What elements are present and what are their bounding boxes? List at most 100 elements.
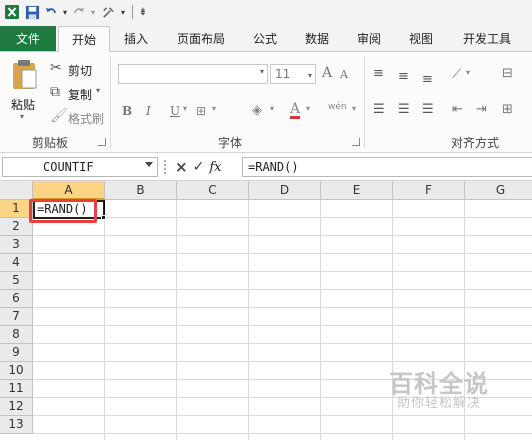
column-header-f[interactable]: F (393, 181, 465, 200)
tab-developer[interactable]: 开发工具 (450, 26, 524, 52)
tab-home[interactable]: 开始 (58, 26, 110, 52)
clipboard-launcher-icon[interactable] (98, 138, 106, 146)
undo-dropdown-icon[interactable]: ▾ (61, 2, 69, 22)
customize-icon[interactable] (99, 2, 117, 22)
fill-handle[interactable] (101, 215, 106, 220)
grid-line (176, 200, 177, 440)
row-header-6[interactable]: 6 (0, 290, 33, 308)
phonetic-dropdown-icon[interactable]: ▾ (352, 104, 356, 113)
tab-review[interactable]: 审阅 (346, 26, 392, 52)
formula-input[interactable]: =RAND() (242, 157, 532, 177)
row-header-5[interactable]: 5 (0, 272, 33, 290)
orientation-dropdown-icon[interactable]: ▾ (466, 68, 470, 77)
align-bottom-icon[interactable]: ≡ (422, 73, 433, 86)
wrap-text-icon[interactable]: ⊟ (502, 67, 513, 80)
fill-color-icon[interactable]: ◈ (252, 104, 262, 117)
phonetic-button[interactable]: wén (328, 102, 347, 112)
grid-line (33, 307, 532, 308)
name-box[interactable]: COUNTIF (2, 157, 158, 177)
align-middle-icon[interactable]: ≡ (398, 70, 409, 83)
tab-insert[interactable]: 插入 (112, 26, 160, 52)
font-color-dropdown-icon[interactable]: ▾ (306, 104, 310, 113)
customize-dropdown-icon[interactable]: ▾ (119, 2, 127, 22)
tab-page-layout[interactable]: 页面布局 (166, 26, 236, 52)
decrease-indent-icon[interactable]: ⇤ (452, 103, 463, 116)
row-header-10[interactable]: 10 (0, 362, 33, 380)
row-header-13[interactable]: 13 (0, 416, 33, 434)
merge-center-icon[interactable]: ⊞ (502, 103, 513, 116)
row-header-8[interactable]: 8 (0, 326, 33, 344)
group-divider (110, 56, 111, 148)
column-header-d[interactable]: D (249, 181, 321, 200)
cut-button[interactable]: 剪切 (68, 62, 92, 79)
watermark-subtitle: 助你轻松解决 (397, 396, 482, 411)
column-header-b[interactable]: B (105, 181, 177, 200)
alignment-group-label: 对齐方式 (450, 136, 499, 150)
paste-button[interactable]: 粘贴 (11, 96, 35, 113)
underline-dropdown-icon[interactable]: ▾ (183, 104, 187, 113)
font-size-combo[interactable]: 11 ▾ (270, 64, 316, 84)
tab-view[interactable]: 视图 (398, 26, 444, 52)
watermark: 百科全说 助你轻松解决 (375, 360, 505, 416)
save-icon[interactable] (23, 2, 41, 22)
row-header-12[interactable]: 12 (0, 398, 33, 416)
fill-color-dropdown-icon[interactable]: ▾ (270, 104, 274, 113)
align-left-icon[interactable]: ☰ (373, 103, 385, 116)
name-box-dropdown-icon[interactable] (145, 162, 153, 167)
formula-bar-handle-icon (164, 160, 170, 174)
orientation-icon[interactable]: ⟋ (452, 68, 461, 81)
align-right-icon[interactable]: ☰ (422, 103, 434, 116)
redo-icon[interactable] (71, 2, 87, 22)
align-center-icon[interactable]: ☰ (398, 103, 410, 116)
italic-button[interactable]: I (146, 104, 151, 118)
row-header-9[interactable]: 9 (0, 344, 33, 362)
grid-line (33, 289, 532, 290)
shrink-font-button[interactable]: A (340, 68, 348, 81)
grow-font-button[interactable]: A (322, 65, 332, 81)
scissors-icon: ✂ (50, 60, 62, 76)
tab-formulas[interactable]: 公式 (242, 26, 288, 52)
column-header-e[interactable]: E (321, 181, 393, 200)
excel-logo-icon[interactable] (3, 2, 21, 22)
grid-line (248, 200, 249, 440)
copy-button[interactable]: 复制 (68, 86, 92, 103)
font-launcher-icon[interactable] (352, 138, 360, 146)
undo-icon[interactable] (43, 2, 59, 22)
increase-indent-icon[interactable]: ⇥ (476, 103, 487, 116)
paste-dropdown-icon[interactable]: ▾ (20, 112, 24, 121)
ribbon-home: 粘贴 ▾ ✂ 剪切 ⧉ 复制 ▾ 🖌 格式刷 剪贴板 ▾ 11 ▾ A A B … (0, 52, 532, 153)
grid-line (104, 200, 105, 440)
format-painter-icon: 🖌 (50, 108, 68, 124)
align-top-icon[interactable]: ≡ (373, 67, 384, 80)
bold-button[interactable]: B (122, 104, 132, 118)
paste-icon[interactable] (10, 58, 38, 95)
enter-icon[interactable]: ✓ (193, 159, 205, 175)
insert-function-icon[interactable]: fx (209, 160, 221, 175)
select-all-corner[interactable] (0, 181, 33, 200)
font-name-combo[interactable]: ▾ (118, 64, 268, 84)
borders-icon[interactable]: ⊞ (196, 105, 206, 117)
tab-data[interactable]: 数据 (294, 26, 340, 52)
column-header-c[interactable]: C (177, 181, 249, 200)
grid-line (33, 433, 532, 434)
qat-menu-icon[interactable]: ⇟ (138, 2, 148, 22)
font-name-dropdown-icon[interactable]: ▾ (260, 67, 264, 76)
column-header-a[interactable]: A (33, 181, 105, 200)
row-header-11[interactable]: 11 (0, 380, 33, 398)
cancel-icon[interactable]: × (175, 158, 188, 176)
copy-dropdown-icon[interactable]: ▾ (96, 86, 100, 95)
highlight-annotation (29, 199, 97, 223)
column-header-g[interactable]: G (465, 181, 532, 200)
row-header-3[interactable]: 3 (0, 236, 33, 254)
row-header-4[interactable]: 4 (0, 254, 33, 272)
underline-button[interactable]: U (170, 104, 180, 118)
borders-dropdown-icon[interactable]: ▾ (212, 104, 216, 113)
font-size-dropdown-icon[interactable]: ▾ (308, 67, 312, 85)
toolbar-divider (132, 5, 133, 19)
tab-file[interactable]: 文件 (0, 26, 56, 51)
redo-dropdown-icon[interactable]: ▾ (89, 2, 97, 22)
font-color-button[interactable]: A (290, 102, 301, 119)
format-painter-button[interactable]: 格式刷 (68, 110, 104, 127)
ribbon-tabs: 文件 开始 插入 页面布局 公式 数据 审阅 视图 开发工具 (0, 24, 532, 52)
row-header-7[interactable]: 7 (0, 308, 33, 326)
